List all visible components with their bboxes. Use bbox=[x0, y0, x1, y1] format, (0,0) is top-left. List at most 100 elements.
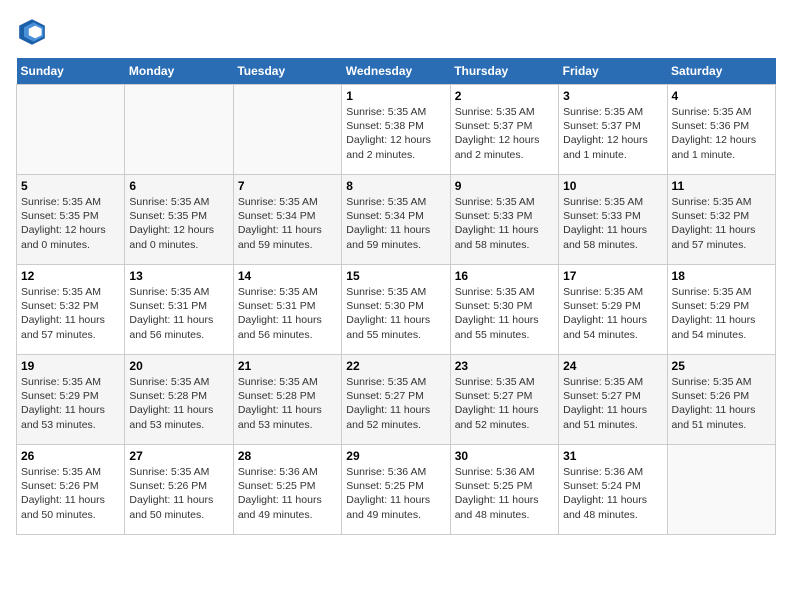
calendar-cell: 26 Sunrise: 5:35 AM Sunset: 5:26 PM Dayli… bbox=[17, 445, 125, 535]
day-info: Sunrise: 5:35 AM Sunset: 5:26 PM Dayligh… bbox=[21, 465, 120, 522]
header-row: SundayMondayTuesdayWednesdayThursdayFrid… bbox=[17, 58, 776, 85]
day-number: 10 bbox=[563, 179, 662, 193]
day-number: 13 bbox=[129, 269, 228, 283]
calendar-cell: 9Sunrise: 5:35 AM Sunset: 5:33 PM Daylig… bbox=[450, 175, 558, 265]
day-info: Sunrise: 5:35 AM Sunset: 5:36 PM Dayligh… bbox=[672, 105, 771, 162]
day-info: Sunrise: 5:35 AM Sunset: 5:33 PM Dayligh… bbox=[563, 195, 662, 252]
day-info: Sunrise: 5:35 AM Sunset: 5:26 PM Dayligh… bbox=[672, 375, 771, 432]
day-number: 14 bbox=[238, 269, 337, 283]
day-info: Sunrise: 5:35 AM Sunset: 5:37 PM Dayligh… bbox=[455, 105, 554, 162]
day-header-monday: Monday bbox=[125, 58, 233, 85]
calendar-week-3: 19 Sunrise: 5:35 AM Sunset: 5:29 PM Dayli… bbox=[17, 355, 776, 445]
day-number: 27 bbox=[129, 449, 228, 463]
day-number: 4 bbox=[672, 89, 771, 103]
day-number: 11 bbox=[672, 179, 771, 193]
day-number: 5 bbox=[21, 179, 120, 193]
calendar-cell: 21Sunrise: 5:35 AM Sunset: 5:28 PM Dayli… bbox=[233, 355, 341, 445]
day-number: 16 bbox=[455, 269, 554, 283]
calendar-cell: 15 Sunrise: 5:35 AM Sunset: 5:30 PM Dayli… bbox=[342, 265, 450, 355]
calendar-cell: 12Sunrise: 5:35 AM Sunset: 5:32 PM Dayli… bbox=[17, 265, 125, 355]
day-number: 31 bbox=[563, 449, 662, 463]
day-header-friday: Friday bbox=[559, 58, 667, 85]
day-info: Sunrise: 5:35 AM Sunset: 5:37 PM Dayligh… bbox=[563, 105, 662, 162]
day-number: 7 bbox=[238, 179, 337, 193]
day-info: Sunrise: 5:35 AM Sunset: 5:26 PM Dayligh… bbox=[129, 465, 228, 522]
calendar-cell bbox=[17, 85, 125, 175]
calendar-week-4: 26 Sunrise: 5:35 AM Sunset: 5:26 PM Dayli… bbox=[17, 445, 776, 535]
day-header-sunday: Sunday bbox=[17, 58, 125, 85]
calendar-cell: 19 Sunrise: 5:35 AM Sunset: 5:29 PM Dayli… bbox=[17, 355, 125, 445]
calendar-cell: 30Sunrise: 5:36 AM Sunset: 5:25 PM Dayli… bbox=[450, 445, 558, 535]
day-info: Sunrise: 5:35 AM Sunset: 5:27 PM Dayligh… bbox=[455, 375, 554, 432]
day-info: Sunrise: 5:36 AM Sunset: 5:25 PM Dayligh… bbox=[455, 465, 554, 522]
day-number: 8 bbox=[346, 179, 445, 193]
calendar-cell: 27 Sunrise: 5:35 AM Sunset: 5:26 PM Dayli… bbox=[125, 445, 233, 535]
calendar-cell: 24Sunrise: 5:35 AM Sunset: 5:27 PM Dayli… bbox=[559, 355, 667, 445]
day-info: Sunrise: 5:35 AM Sunset: 5:35 PM Dayligh… bbox=[129, 195, 228, 252]
day-number: 18 bbox=[672, 269, 771, 283]
day-number: 19 bbox=[21, 359, 120, 373]
day-header-saturday: Saturday bbox=[667, 58, 775, 85]
calendar-cell: 31 Sunrise: 5:36 AM Sunset: 5:24 PM Dayli… bbox=[559, 445, 667, 535]
day-info: Sunrise: 5:35 AM Sunset: 5:31 PM Dayligh… bbox=[129, 285, 228, 342]
calendar-cell: 16 Sunrise: 5:35 AM Sunset: 5:30 PM Dayli… bbox=[450, 265, 558, 355]
day-info: Sunrise: 5:35 AM Sunset: 5:38 PM Dayligh… bbox=[346, 105, 445, 162]
day-info: Sunrise: 5:35 AM Sunset: 5:34 PM Dayligh… bbox=[346, 195, 445, 252]
day-number: 24 bbox=[563, 359, 662, 373]
day-number: 2 bbox=[455, 89, 554, 103]
calendar-cell: 22 Sunrise: 5:35 AM Sunset: 5:27 PM Dayli… bbox=[342, 355, 450, 445]
day-info: Sunrise: 5:35 AM Sunset: 5:30 PM Dayligh… bbox=[455, 285, 554, 342]
calendar-cell bbox=[667, 445, 775, 535]
day-info: Sunrise: 5:35 AM Sunset: 5:28 PM Dayligh… bbox=[238, 375, 337, 432]
calendar-cell: 13 Sunrise: 5:35 AM Sunset: 5:31 PM Dayli… bbox=[125, 265, 233, 355]
day-number: 20 bbox=[129, 359, 228, 373]
day-info: Sunrise: 5:35 AM Sunset: 5:34 PM Dayligh… bbox=[238, 195, 337, 252]
day-number: 26 bbox=[21, 449, 120, 463]
calendar-table: SundayMondayTuesdayWednesdayThursdayFrid… bbox=[16, 58, 776, 535]
day-header-wednesday: Wednesday bbox=[342, 58, 450, 85]
calendar-cell: 14 Sunrise: 5:35 AM Sunset: 5:31 PM Dayli… bbox=[233, 265, 341, 355]
calendar-cell bbox=[233, 85, 341, 175]
calendar-cell: 28Sunrise: 5:36 AM Sunset: 5:25 PM Dayli… bbox=[233, 445, 341, 535]
day-info: Sunrise: 5:36 AM Sunset: 5:25 PM Dayligh… bbox=[346, 465, 445, 522]
calendar-cell: 8 Sunrise: 5:35 AM Sunset: 5:34 PM Daylig… bbox=[342, 175, 450, 265]
day-number: 25 bbox=[672, 359, 771, 373]
calendar-cell bbox=[125, 85, 233, 175]
calendar-week-2: 12Sunrise: 5:35 AM Sunset: 5:32 PM Dayli… bbox=[17, 265, 776, 355]
day-number: 17 bbox=[563, 269, 662, 283]
day-number: 1 bbox=[346, 89, 445, 103]
logo bbox=[16, 16, 52, 48]
calendar-cell: 5 Sunrise: 5:35 AM Sunset: 5:35 PM Daylig… bbox=[17, 175, 125, 265]
calendar-cell: 2 Sunrise: 5:35 AM Sunset: 5:37 PM Daylig… bbox=[450, 85, 558, 175]
calendar-cell: 23 Sunrise: 5:35 AM Sunset: 5:27 PM Dayli… bbox=[450, 355, 558, 445]
day-info: Sunrise: 5:35 AM Sunset: 5:30 PM Dayligh… bbox=[346, 285, 445, 342]
day-number: 15 bbox=[346, 269, 445, 283]
calendar-cell: 17 Sunrise: 5:35 AM Sunset: 5:29 PM Dayli… bbox=[559, 265, 667, 355]
day-header-thursday: Thursday bbox=[450, 58, 558, 85]
day-info: Sunrise: 5:35 AM Sunset: 5:32 PM Dayligh… bbox=[21, 285, 120, 342]
logo-icon bbox=[16, 16, 48, 48]
calendar-cell: 25 Sunrise: 5:35 AM Sunset: 5:26 PM Dayli… bbox=[667, 355, 775, 445]
day-number: 23 bbox=[455, 359, 554, 373]
day-number: 6 bbox=[129, 179, 228, 193]
calendar-week-1: 5 Sunrise: 5:35 AM Sunset: 5:35 PM Daylig… bbox=[17, 175, 776, 265]
calendar-cell: 18 Sunrise: 5:35 AM Sunset: 5:29 PM Dayli… bbox=[667, 265, 775, 355]
day-info: Sunrise: 5:35 AM Sunset: 5:29 PM Dayligh… bbox=[21, 375, 120, 432]
day-info: Sunrise: 5:35 AM Sunset: 5:31 PM Dayligh… bbox=[238, 285, 337, 342]
day-info: Sunrise: 5:35 AM Sunset: 5:29 PM Dayligh… bbox=[672, 285, 771, 342]
day-header-tuesday: Tuesday bbox=[233, 58, 341, 85]
day-info: Sunrise: 5:36 AM Sunset: 5:24 PM Dayligh… bbox=[563, 465, 662, 522]
calendar-cell: 20Sunrise: 5:35 AM Sunset: 5:28 PM Dayli… bbox=[125, 355, 233, 445]
day-info: Sunrise: 5:35 AM Sunset: 5:35 PM Dayligh… bbox=[21, 195, 120, 252]
calendar-cell: 6 Sunrise: 5:35 AM Sunset: 5:35 PM Daylig… bbox=[125, 175, 233, 265]
page-header bbox=[16, 16, 776, 48]
calendar-cell: 29Sunrise: 5:36 AM Sunset: 5:25 PM Dayli… bbox=[342, 445, 450, 535]
calendar-cell: 11Sunrise: 5:35 AM Sunset: 5:32 PM Dayli… bbox=[667, 175, 775, 265]
day-info: Sunrise: 5:35 AM Sunset: 5:27 PM Dayligh… bbox=[346, 375, 445, 432]
day-info: Sunrise: 5:35 AM Sunset: 5:29 PM Dayligh… bbox=[563, 285, 662, 342]
calendar-cell: 4 Sunrise: 5:35 AM Sunset: 5:36 PM Daylig… bbox=[667, 85, 775, 175]
day-number: 3 bbox=[563, 89, 662, 103]
calendar-week-0: 1 Sunrise: 5:35 AM Sunset: 5:38 PM Daylig… bbox=[17, 85, 776, 175]
day-info: Sunrise: 5:35 AM Sunset: 5:33 PM Dayligh… bbox=[455, 195, 554, 252]
day-number: 22 bbox=[346, 359, 445, 373]
